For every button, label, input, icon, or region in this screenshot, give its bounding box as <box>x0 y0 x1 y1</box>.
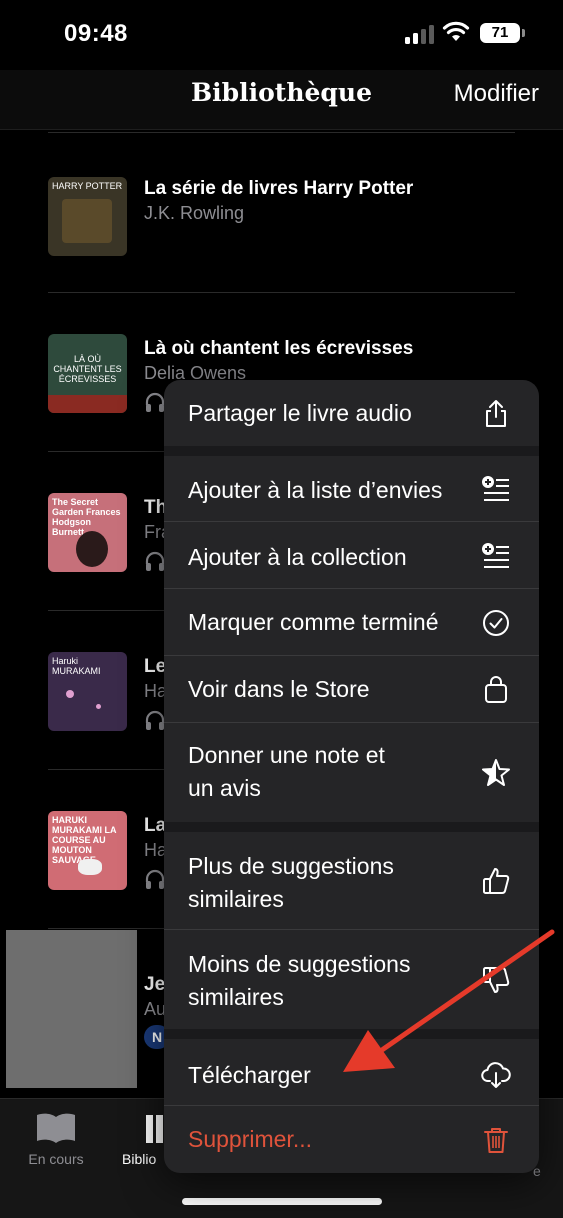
add-list-icon <box>482 543 509 568</box>
menu-item-mark-finished[interactable]: Marquer comme terminé <box>164 590 539 656</box>
menu-item-view-store[interactable]: Voir dans le Store <box>164 657 539 723</box>
thumbs-up-icon <box>483 868 510 894</box>
book-title: Le <box>144 656 167 677</box>
menu-item-wishlist[interactable]: Ajouter à la liste d’envies <box>164 456 539 522</box>
book-open-icon <box>37 1113 75 1143</box>
book-title: Je <box>144 974 166 995</box>
bag-icon <box>485 676 507 703</box>
battery-indicator: 71 <box>480 23 520 43</box>
book-cover: HARRY POTTER <box>48 177 127 256</box>
menu-separator <box>164 446 539 456</box>
book-cover: The Secret Garden Frances Hodgson Burnet… <box>48 493 127 572</box>
nav-bar: Bibliothèque Modifier <box>0 70 563 130</box>
book-author: Au <box>144 999 167 1019</box>
menu-item-collection[interactable]: Ajouter à la collection <box>164 523 539 589</box>
context-menu: Partager le livre audio Ajouter à la lis… <box>164 380 539 1173</box>
checkmark-circle-icon <box>483 610 509 636</box>
cloud-download-icon <box>481 1062 511 1088</box>
book-thumbnail-placeholder <box>6 930 137 1088</box>
status-bar: 09:48 71 <box>0 0 563 70</box>
book-title: Là où chantent les écrevisses <box>144 338 414 359</box>
cellular-signal-icon <box>405 24 435 44</box>
menu-item-rate-review[interactable]: Donner une note et un avis <box>164 724 539 822</box>
headphones-icon <box>145 710 165 730</box>
trash-icon <box>484 1128 508 1153</box>
menu-item-share[interactable]: Partager le livre audio <box>164 380 539 446</box>
book-title: La <box>144 815 167 836</box>
share-icon <box>486 400 506 427</box>
book-cover: Haruki MURAKAMI <box>48 652 127 731</box>
star-icon <box>482 759 510 786</box>
status-time: 09:48 <box>64 20 128 47</box>
menu-item-fewer-suggestions[interactable]: Moins de suggestions similaires <box>164 931 539 1029</box>
menu-separator <box>164 1029 539 1039</box>
menu-item-download[interactable]: Télécharger <box>164 1039 539 1106</box>
book-cover: LÀ OÙ CHANTENT LES ÉCREVISSES <box>48 334 127 413</box>
headphones-icon <box>145 392 165 412</box>
book-author: J.K. Rowling <box>144 203 245 223</box>
headphones-icon <box>145 551 165 571</box>
list-item[interactable]: HARRY POTTER La série de livres Harry Po… <box>48 132 515 291</box>
headphones-icon <box>145 869 165 889</box>
menu-item-more-suggestions[interactable]: Plus de suggestions similaires <box>164 832 539 930</box>
tab-en-cours[interactable]: En cours <box>6 1111 106 1167</box>
thumbs-down-icon <box>483 967 510 993</box>
edit-button[interactable]: Modifier <box>454 80 539 108</box>
book-cover: HARUKI MURAKAMI LA COURSE AU MOUTON SAUV… <box>48 811 127 890</box>
menu-separator <box>164 822 539 832</box>
wifi-icon <box>442 21 470 41</box>
add-list-icon <box>482 476 509 501</box>
battery-tip <box>522 29 525 37</box>
menu-item-delete[interactable]: Supprimer... <box>164 1107 539 1173</box>
home-indicator <box>182 1198 382 1205</box>
book-title: La série de livres Harry Potter <box>144 178 414 199</box>
